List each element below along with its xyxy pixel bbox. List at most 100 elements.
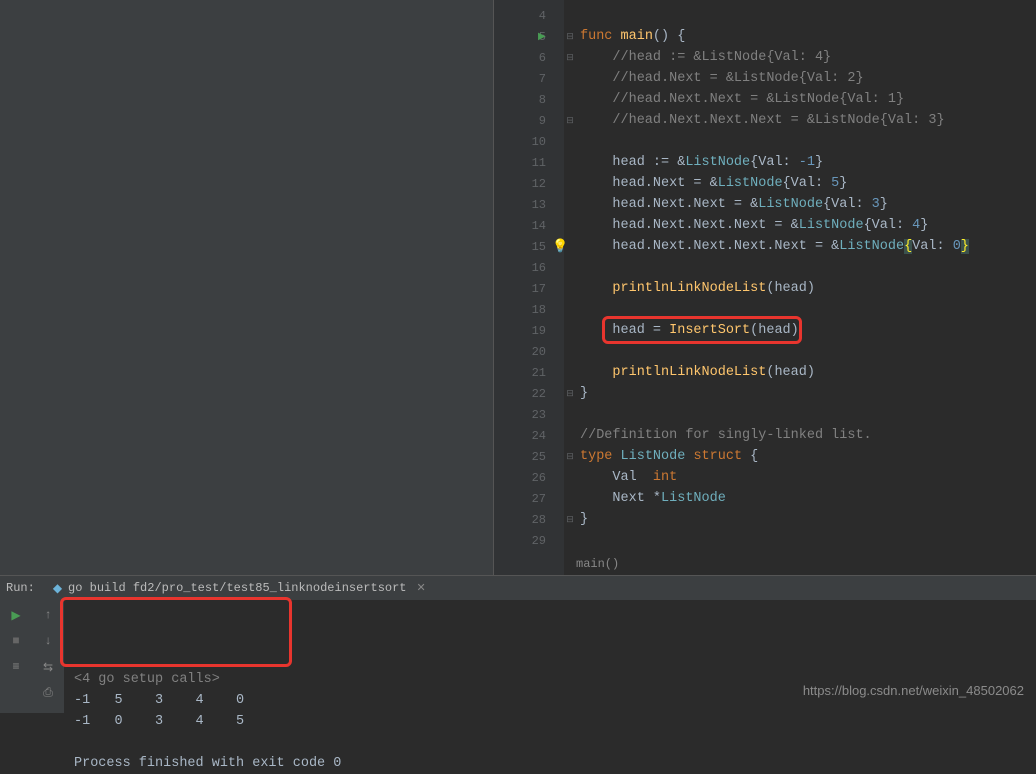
code-line[interactable] bbox=[580, 5, 1036, 26]
breadcrumb[interactable]: main() bbox=[576, 553, 619, 575]
fold-marker[interactable]: ⊟ bbox=[564, 446, 576, 467]
code-line[interactable] bbox=[580, 299, 1036, 320]
fold-column[interactable]: ⊟⊟⊟⊟⊟⊟ bbox=[564, 0, 576, 575]
stop-icon[interactable]: ■ bbox=[7, 632, 25, 650]
fold-marker[interactable] bbox=[564, 89, 576, 110]
fold-marker[interactable] bbox=[564, 278, 576, 299]
up-icon[interactable]: ↑ bbox=[39, 606, 57, 624]
line-number[interactable]: 14 bbox=[494, 215, 564, 236]
watermark: https://blog.csdn.net/weixin_48502062 bbox=[803, 683, 1024, 698]
code-line[interactable]: //head.Next.Next = &ListNode{Val: 1} bbox=[580, 89, 1036, 110]
fold-marker[interactable] bbox=[564, 530, 576, 551]
line-number[interactable]: 26 bbox=[494, 467, 564, 488]
fold-marker[interactable]: ⊟ bbox=[564, 110, 576, 131]
rerun-icon[interactable]: ▶ bbox=[7, 606, 25, 624]
code-line[interactable]: Next *ListNode bbox=[580, 488, 1036, 509]
code-line[interactable] bbox=[580, 257, 1036, 278]
line-number[interactable]: 18 bbox=[494, 299, 564, 320]
console-line: Process finished with exit code 0 bbox=[74, 753, 1026, 774]
code-line[interactable]: //head.Next = &ListNode{Val: 2} bbox=[580, 68, 1036, 89]
code-line[interactable]: //head := &ListNode{Val: 4} bbox=[580, 47, 1036, 68]
fold-marker[interactable] bbox=[564, 341, 576, 362]
line-number[interactable]: 6 bbox=[494, 47, 564, 68]
line-number[interactable]: 28 bbox=[494, 509, 564, 530]
layout-icon[interactable]: ≡ bbox=[7, 658, 25, 676]
fold-marker[interactable] bbox=[564, 194, 576, 215]
close-icon[interactable]: ✕ bbox=[417, 581, 426, 595]
fold-marker[interactable] bbox=[564, 488, 576, 509]
fold-marker[interactable]: ⊟ bbox=[564, 383, 576, 404]
code-line[interactable]: head.Next = &ListNode{Val: 5} bbox=[580, 173, 1036, 194]
line-number[interactable]: 12 bbox=[494, 173, 564, 194]
print-icon[interactable]: ⎙ bbox=[39, 684, 57, 702]
run-toolbar-left: ▶ ■ ≡ bbox=[0, 600, 32, 713]
fold-marker[interactable] bbox=[564, 152, 576, 173]
code-line[interactable]: Val int bbox=[580, 467, 1036, 488]
line-number[interactable]: 13 bbox=[494, 194, 564, 215]
fold-marker[interactable]: ⊟ bbox=[564, 26, 576, 47]
line-number[interactable]: 27 bbox=[494, 488, 564, 509]
line-gutter[interactable]: 45▶6789101112131415161718192021222324252… bbox=[494, 0, 564, 575]
code-line[interactable]: head = InsertSort(head) bbox=[580, 320, 1036, 341]
line-number[interactable]: 9 bbox=[494, 110, 564, 131]
fold-marker[interactable] bbox=[564, 257, 576, 278]
line-number[interactable]: 16 bbox=[494, 257, 564, 278]
code-line[interactable]: printlnLinkNodeList(head) bbox=[580, 362, 1036, 383]
code-line[interactable]: } bbox=[580, 509, 1036, 530]
fold-marker[interactable] bbox=[564, 215, 576, 236]
fold-marker[interactable] bbox=[564, 68, 576, 89]
code-area[interactable]: func main() { //head := &ListNode{Val: 4… bbox=[576, 0, 1036, 575]
run-gutter-icon[interactable]: ▶ bbox=[538, 31, 546, 43]
fold-marker[interactable] bbox=[564, 5, 576, 26]
code-line[interactable]: type ListNode struct { bbox=[580, 446, 1036, 467]
line-number[interactable]: 4 bbox=[494, 5, 564, 26]
code-line[interactable]: 💡 head.Next.Next.Next.Next = &ListNode{V… bbox=[580, 236, 1036, 257]
code-line[interactable]: head := &ListNode{Val: -1} bbox=[580, 152, 1036, 173]
line-number[interactable]: 24 bbox=[494, 425, 564, 446]
code-line[interactable]: head.Next.Next = &ListNode{Val: 3} bbox=[580, 194, 1036, 215]
line-number[interactable]: 5▶ bbox=[494, 26, 564, 47]
go-icon: ◆ bbox=[53, 581, 62, 596]
side-panel bbox=[0, 0, 494, 575]
line-number[interactable]: 19 bbox=[494, 320, 564, 341]
fold-marker[interactable] bbox=[564, 467, 576, 488]
fold-marker[interactable] bbox=[564, 173, 576, 194]
fold-marker[interactable] bbox=[564, 131, 576, 152]
code-line[interactable]: head.Next.Next.Next = &ListNode{Val: 4} bbox=[580, 215, 1036, 236]
line-number[interactable]: 23 bbox=[494, 404, 564, 425]
line-number[interactable]: 17 bbox=[494, 278, 564, 299]
fold-marker[interactable]: ⊟ bbox=[564, 47, 576, 68]
code-line[interactable]: //head.Next.Next.Next = &ListNode{Val: 3… bbox=[580, 110, 1036, 131]
fold-marker[interactable] bbox=[564, 362, 576, 383]
wrap-icon[interactable]: ⇆ bbox=[39, 658, 57, 676]
fold-marker[interactable] bbox=[564, 404, 576, 425]
code-line[interactable] bbox=[580, 341, 1036, 362]
code-line[interactable]: func main() { bbox=[580, 26, 1036, 47]
line-number[interactable]: 8 bbox=[494, 89, 564, 110]
line-number[interactable]: 11 bbox=[494, 152, 564, 173]
code-editor[interactable]: 45▶6789101112131415161718192021222324252… bbox=[494, 0, 1036, 575]
line-number[interactable]: 29 bbox=[494, 530, 564, 551]
code-line[interactable]: printlnLinkNodeList(head) bbox=[580, 278, 1036, 299]
line-number[interactable]: 21 bbox=[494, 362, 564, 383]
console-line bbox=[74, 732, 1026, 753]
line-number[interactable]: 22 bbox=[494, 383, 564, 404]
code-line[interactable]: } bbox=[580, 383, 1036, 404]
code-line[interactable] bbox=[580, 530, 1036, 551]
fold-marker[interactable] bbox=[564, 320, 576, 341]
line-number[interactable]: 20 bbox=[494, 341, 564, 362]
code-line[interactable]: //Definition for singly-linked list. bbox=[580, 425, 1036, 446]
fold-marker[interactable]: ⊟ bbox=[564, 509, 576, 530]
down-icon[interactable]: ↓ bbox=[39, 632, 57, 650]
code-line[interactable] bbox=[580, 131, 1036, 152]
line-number[interactable]: 25 bbox=[494, 446, 564, 467]
code-line[interactable] bbox=[580, 404, 1036, 425]
fold-marker[interactable] bbox=[564, 299, 576, 320]
line-number[interactable]: 7 bbox=[494, 68, 564, 89]
fold-marker[interactable] bbox=[564, 425, 576, 446]
run-header: Run: ◆ go build fd2/pro_test/test85_link… bbox=[0, 576, 1036, 600]
line-number[interactable]: 10 bbox=[494, 131, 564, 152]
bulb-icon[interactable]: 💡 bbox=[552, 236, 568, 257]
run-tab[interactable]: ◆ go build fd2/pro_test/test85_linknodei… bbox=[45, 581, 434, 596]
run-label: Run: bbox=[6, 581, 35, 595]
